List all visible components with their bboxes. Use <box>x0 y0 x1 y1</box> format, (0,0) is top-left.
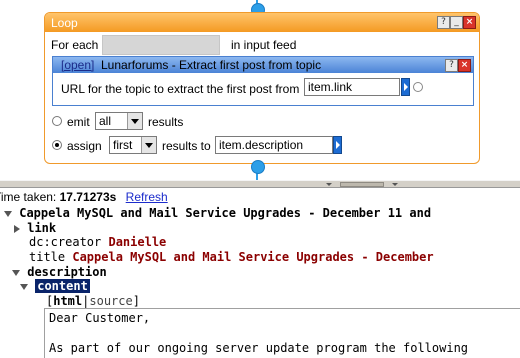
loop-title: Loop <box>51 16 78 30</box>
sub-module-title-bar[interactable]: [open] Lunarforums - Extract first post … <box>53 57 473 73</box>
title-key: title <box>29 250 66 264</box>
assign-label: assign <box>67 139 102 153</box>
time-taken-row: Time taken: 17.71273s Refresh <box>0 190 168 204</box>
html-view-link[interactable]: html <box>53 294 82 308</box>
collapsed-triangle-icon[interactable] <box>14 224 20 233</box>
assign-target-input[interactable]: item.description <box>215 136 333 154</box>
expanded-triangle-icon[interactable] <box>20 283 28 290</box>
refresh-link[interactable]: Refresh <box>126 190 168 204</box>
time-value: 17.71273s <box>59 190 117 204</box>
url-label: URL for the topic to extract the first p… <box>61 82 300 96</box>
loop-module[interactable]: Loop ? _ × For each in input feed [open]… <box>44 12 480 164</box>
content-row[interactable]: content <box>20 279 90 293</box>
view-close-bracket: ] <box>132 294 140 308</box>
sub-close-button[interactable]: × <box>458 59 471 72</box>
assign-suffix-label: results to <box>162 139 211 153</box>
assign-select[interactable]: first <box>109 136 157 154</box>
emit-label: emit <box>67 115 90 129</box>
loop-title-bar[interactable]: Loop ? _ × <box>45 13 479 32</box>
title-row: title Cappela MySQL and Mail Service Upg… <box>29 250 434 264</box>
sub-module[interactable]: [open] Lunarforums - Extract first post … <box>52 56 474 106</box>
emit-select[interactable]: all <box>95 112 143 130</box>
description-row[interactable]: description <box>12 265 107 279</box>
sub-help-button[interactable]: ? <box>445 59 458 72</box>
item-title: Cappela MySQL and Mail Service Upgrades … <box>19 206 432 220</box>
view-switch: [html|source] <box>46 294 140 308</box>
creator-key: dc:creator <box>29 235 102 249</box>
emit-suffix-label: results <box>148 115 184 129</box>
content-key: content <box>35 279 90 293</box>
pipe-canvas: Loop ? _ × For each in input feed [open]… <box>0 0 520 180</box>
url-input[interactable]: item.link <box>304 78 400 96</box>
content-html-view: Dear Customer, As part of our ongoing se… <box>44 308 520 358</box>
time-label: Time taken: <box>0 190 57 204</box>
item-row[interactable]: Cappela MySQL and Mail Service Upgrades … <box>4 206 431 220</box>
close-button[interactable]: × <box>463 16 476 29</box>
emit-select-value: all <box>99 114 112 128</box>
link-row[interactable]: link <box>14 221 56 235</box>
url-port-icon[interactable] <box>413 82 423 92</box>
link-key: link <box>27 221 57 235</box>
debugger-pane: Time taken: 17.71273s Refresh Cappela My… <box>0 188 520 358</box>
chevron-down-icon <box>127 113 142 129</box>
creator-row: dc:creator Danielle <box>29 235 166 249</box>
input-feed-label: in input feed <box>231 38 297 52</box>
url-wire-arrow-icon[interactable] <box>401 78 410 96</box>
title-value: Cappela MySQL and Mail Service Upgrades … <box>72 250 434 264</box>
emit-radio[interactable] <box>52 116 62 126</box>
source-view-link[interactable]: source <box>89 294 132 308</box>
for-each-label: For each <box>51 38 99 52</box>
assign-radio[interactable] <box>52 140 62 150</box>
expand-arrow-icon[interactable] <box>392 183 398 186</box>
pane-splitter[interactable] <box>0 180 520 188</box>
creator-value: Danielle <box>108 235 167 249</box>
assign-select-value: first <box>113 138 133 152</box>
assign-wire-arrow-icon[interactable] <box>333 136 342 154</box>
output-terminal[interactable] <box>251 160 265 174</box>
module-drop-zone[interactable] <box>102 35 220 55</box>
help-button[interactable]: ? <box>437 16 450 29</box>
sub-module-title: Lunarforums - Extract first post from to… <box>101 58 322 72</box>
description-key: description <box>27 265 107 279</box>
chevron-down-icon <box>141 137 156 153</box>
collapse-arrow-icon[interactable] <box>326 183 332 186</box>
open-link[interactable]: [open] <box>61 58 94 72</box>
expanded-triangle-icon[interactable] <box>12 269 20 276</box>
splitter-grip[interactable] <box>340 182 384 187</box>
minimize-button[interactable]: _ <box>450 16 463 29</box>
expanded-triangle-icon[interactable] <box>4 210 12 217</box>
